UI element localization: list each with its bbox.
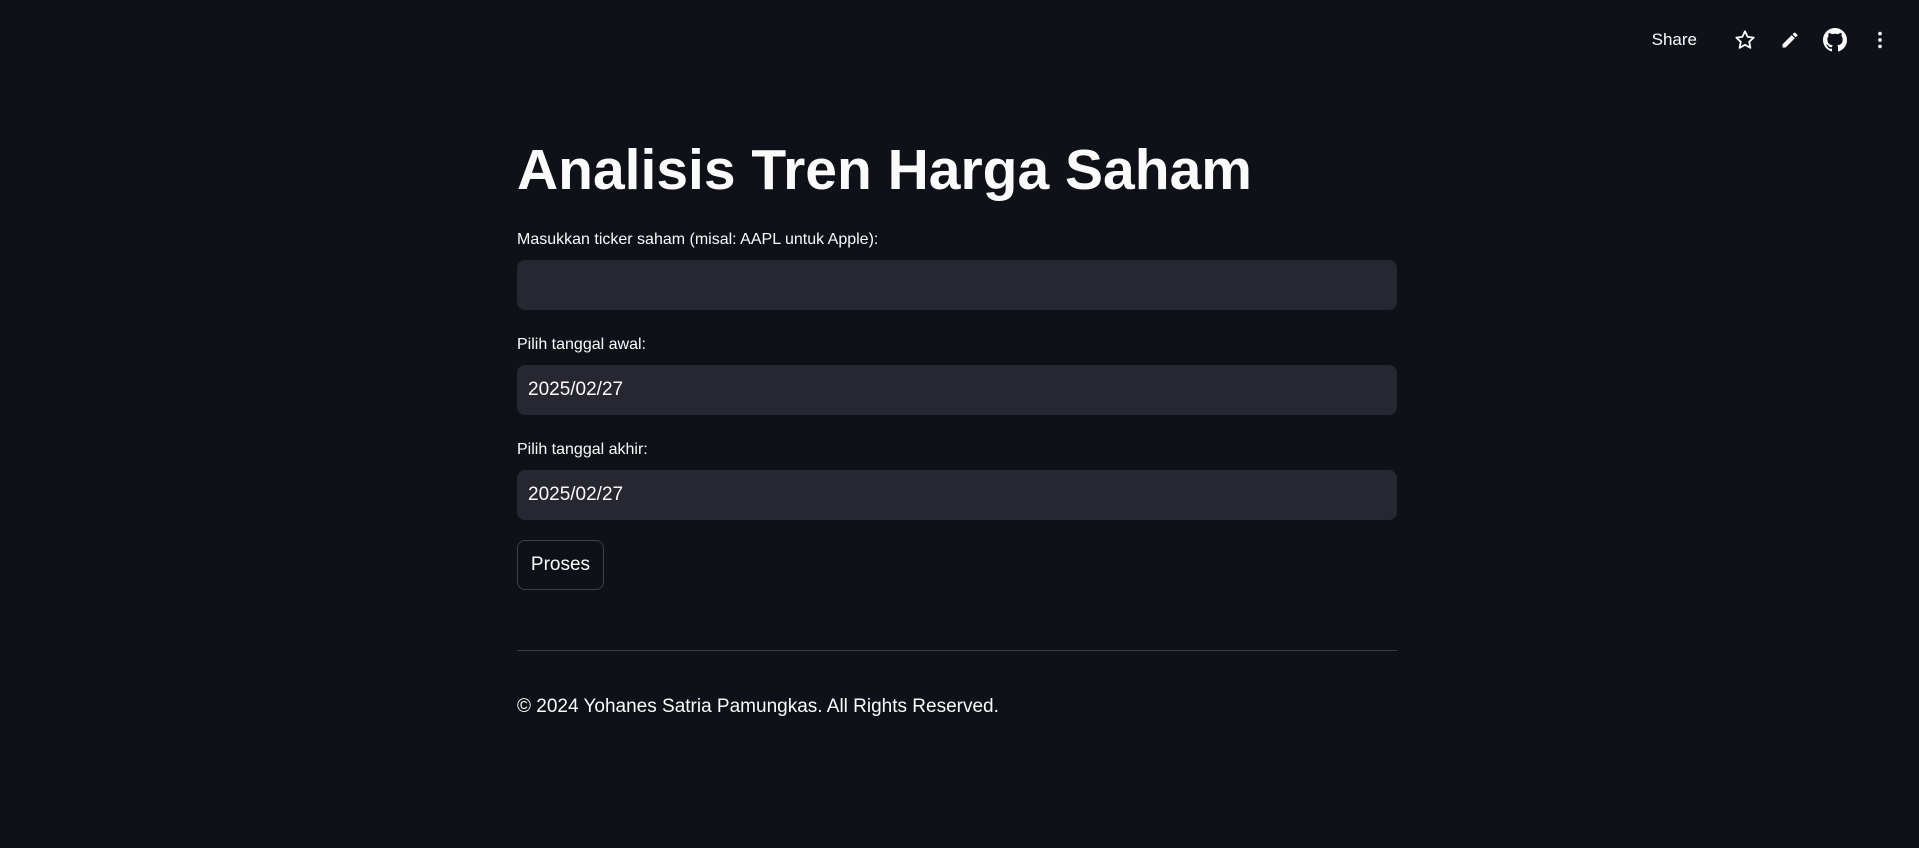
star-icon[interactable] xyxy=(1728,23,1762,57)
end-date-value: 2025/02/27 xyxy=(528,484,624,505)
pencil-icon[interactable] xyxy=(1773,23,1807,57)
end-date-input[interactable]: 2025/02/27 xyxy=(517,470,1397,520)
ticker-label: Masukkan ticker saham (misal: AAPL untuk… xyxy=(517,231,879,248)
top-toolbar: Share xyxy=(1642,20,1897,60)
share-button[interactable]: Share xyxy=(1642,24,1707,56)
end-date-label: Pilih tanggal akhir: xyxy=(517,441,648,458)
footer-copyright: © 2024 Yohanes Satria Pamungkas. All Rig… xyxy=(517,696,999,717)
page-title: Analisis Tren Harga Saham xyxy=(517,138,1252,202)
start-date-value: 2025/02/27 xyxy=(528,379,624,400)
ticker-field xyxy=(517,260,1397,310)
more-vertical-icon[interactable] xyxy=(1863,23,1897,57)
app-page: Share Analisis Tren Harga Saham Masukkan… xyxy=(0,0,1919,848)
start-date-label: Pilih tanggal awal: xyxy=(517,336,646,353)
ticker-input[interactable] xyxy=(528,273,1386,297)
github-icon[interactable] xyxy=(1818,23,1852,57)
start-date-input[interactable]: 2025/02/27 xyxy=(517,365,1397,415)
divider xyxy=(517,650,1397,651)
proses-button[interactable]: Proses xyxy=(517,540,604,590)
